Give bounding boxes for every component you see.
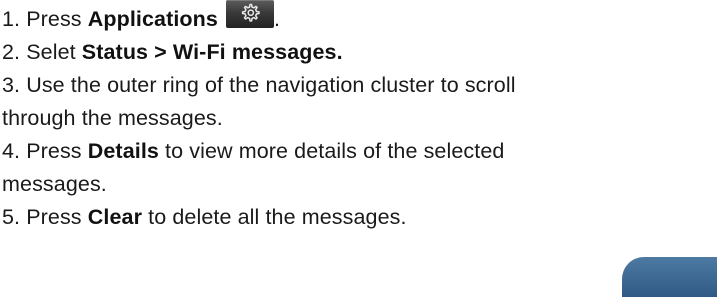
step-1-prefix: 1. Press	[2, 7, 88, 31]
step-5-clear-label: Clear	[87, 205, 143, 229]
step-1-applications-label: Applications	[87, 7, 218, 31]
step-3-continuation-text: through the messages.	[2, 106, 223, 130]
step-4: 4. Press Details to view more details of…	[2, 135, 717, 168]
step-1: 1. Press Applications .	[2, 0, 717, 36]
step-4-prefix: 4. Press	[2, 139, 88, 163]
step-4-continuation: messages.	[2, 168, 717, 201]
step-5: 5. Press Clear to delete all the message…	[2, 201, 717, 234]
partial-blue-button	[622, 257, 717, 297]
step-2: 2. Selet Status > Wi-Fi messages.	[2, 36, 717, 69]
applications-gear-icon	[226, 0, 275, 28]
step-4-details-label: Details	[87, 139, 159, 163]
instruction-steps: 1. Press Applications . 2. Selet Status …	[2, 0, 717, 234]
step-3-text: 3. Use the outer ring of the navigation …	[2, 73, 516, 97]
step-4-continuation-text: messages.	[2, 172, 107, 196]
step-2-prefix: 2. Selet	[2, 40, 82, 64]
step-4-suffix: to view more details of the selected	[158, 139, 505, 163]
step-3-continuation: through the messages.	[2, 102, 717, 135]
step-1-suffix: .	[274, 7, 281, 31]
step-5-suffix: to delete all the messages.	[142, 205, 407, 229]
step-2-status-path: Status > Wi-Fi messages.	[81, 40, 343, 64]
step-5-prefix: 5. Press	[2, 205, 88, 229]
step-3: 3. Use the outer ring of the navigation …	[2, 69, 717, 102]
